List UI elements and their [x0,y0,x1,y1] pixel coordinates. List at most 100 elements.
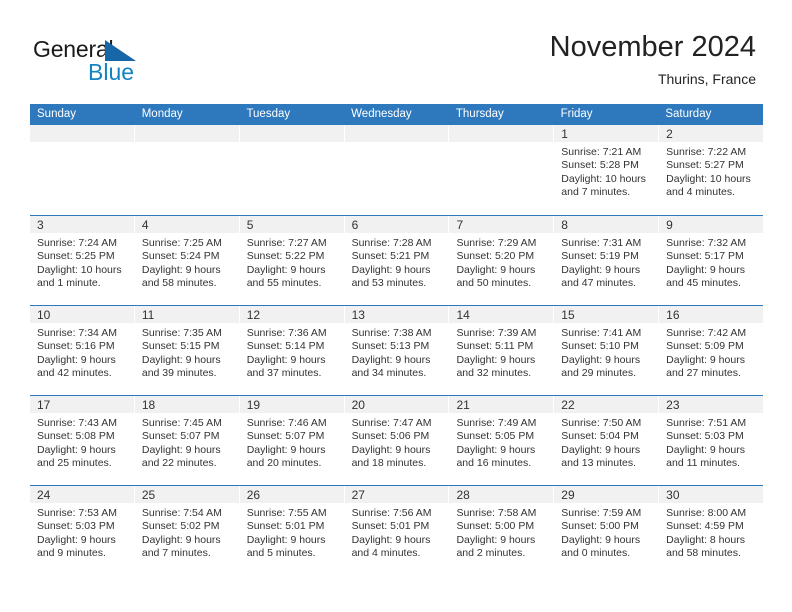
daylight-text: Daylight: 9 hours and 5 minutes. [246,533,326,559]
calendar-week-row: 3 Sunrise: 7:24 AM Sunset: 5:25 PM Daylight… [30,215,764,305]
title-block: November 2024 Thurins, France [550,30,756,87]
daylight-text: Daylight: 9 hours and 47 minutes. [561,263,641,289]
calendar-day-cell[interactable]: 16 Sunrise: 7:42 AM Sunset: 5:09 PM Dayligh… [658,306,764,395]
calendar-day-cell[interactable]: 22 Sunrise: 7:50 AM Sunset: 5:04 PM Dayligh… [553,396,659,485]
weekday-header-saturday: Saturday [665,108,712,120]
calendar-day-cell[interactable]: 28 Sunrise: 7:58 AM Sunset: 5:00 PM Dayligh… [448,486,554,575]
day-sun-info: Sunrise: 7:50 AM Sunset: 5:04 PM Daylight:… [554,413,658,470]
day-sun-info: Sunrise: 7:35 AM Sunset: 5:15 PM Daylight:… [135,323,239,380]
sunset-text: Sunset: 4:59 PM [666,520,744,533]
sunset-text: Sunset: 5:17 PM [666,250,744,263]
day-sun-info: Sunrise: 7:39 AM Sunset: 5:11 PM Daylight:… [449,323,553,380]
calendar-day-cell[interactable]: 4 Sunrise: 7:25 AM Sunset: 5:24 PM Daylight… [133,216,239,305]
day-number-band [134,125,239,142]
calendar-day-cell[interactable]: 5 Sunrise: 7:27 AM Sunset: 5:22 PM Daylight… [238,216,344,305]
calendar-page: General Blue November 2024 Thurins, Fran… [0,0,792,612]
calendar-day-cell[interactable]: 9 Sunrise: 7:32 AM Sunset: 5:17 PM Daylight… [658,216,764,305]
daylight-text: Daylight: 9 hours and 0 minutes. [561,533,641,559]
calendar-day-cell[interactable]: 10 Sunrise: 7:34 AM Sunset: 5:16 PM Dayligh… [30,306,134,395]
daylight-text: Daylight: 9 hours and 34 minutes. [351,353,431,379]
calendar-day-cell[interactable]: 7 Sunrise: 7:29 AM Sunset: 5:20 PM Daylight… [448,216,554,305]
day-number-band: 12 [239,306,344,323]
sunrise-text: Sunrise: 7:36 AM [246,327,327,339]
daylight-text: Daylight: 9 hours and 58 minutes. [141,263,221,289]
sunset-text: Sunset: 5:10 PM [561,340,639,353]
calendar-day-cell[interactable]: 6 Sunrise: 7:28 AM Sunset: 5:21 PM Daylight… [343,216,449,305]
sunset-text: Sunset: 5:06 PM [351,430,430,443]
day-sun-info: Sunrise: 7:38 AM Sunset: 5:13 PM Daylight:… [345,323,449,380]
day-number-band: 1 [554,125,659,142]
calendar-day-cell-empty [448,125,554,215]
calendar-day-cell[interactable]: 14 Sunrise: 7:39 AM Sunset: 5:11 PM Dayligh… [448,306,554,395]
calendar-day-cell[interactable]: 30 Sunrise: 8:00 AM Sunset: 4:59 PM Dayligh… [658,486,764,575]
calendar-day-cell[interactable]: 17 Sunrise: 7:43 AM Sunset: 5:08 PM Dayligh… [30,396,134,485]
sunset-text: Sunset: 5:20 PM [456,250,535,263]
daylight-text: Daylight: 9 hours and 25 minutes. [37,443,116,469]
calendar-day-cell[interactable]: 18 Sunrise: 7:45 AM Sunset: 5:07 PM Dayligh… [133,396,239,485]
sunset-text: Sunset: 5:05 PM [456,430,535,443]
calendar-day-cell[interactable]: 15 Sunrise: 7:41 AM Sunset: 5:10 PM Dayligh… [553,306,659,395]
sunrise-text: Sunrise: 7:24 AM [37,237,117,249]
day-number-band: 25 [134,486,239,503]
brand-logo[interactable]: General Blue [33,36,233,92]
day-number-band: 29 [554,486,659,503]
day-number: 15 [561,308,575,322]
sunrise-text: Sunrise: 8:00 AM [666,507,747,519]
day-sun-info: Sunrise: 7:47 AM Sunset: 5:06 PM Daylight:… [345,413,449,470]
calendar-day-cell[interactable]: 13 Sunrise: 7:38 AM Sunset: 5:13 PM Dayligh… [343,306,449,395]
calendar-weeks: 1 Sunrise: 7:21 AM Sunset: 5:28 PM Daylight… [30,125,764,575]
sunrise-text: Sunrise: 7:28 AM [351,237,432,249]
day-number: 24 [37,488,51,502]
brand-name-blue: Blue [88,59,135,85]
day-sun-info: Sunrise: 7:34 AM Sunset: 5:16 PM Daylight:… [30,323,134,380]
daylight-text: Daylight: 10 hours and 1 minute. [37,263,122,289]
daylight-text: Daylight: 9 hours and 2 minutes. [456,533,536,559]
day-number: 17 [37,398,51,412]
calendar-day-cell[interactable]: 27 Sunrise: 7:56 AM Sunset: 5:01 PM Dayligh… [343,486,449,575]
day-number: 26 [246,488,261,502]
calendar-day-cell[interactable]: 3 Sunrise: 7:24 AM Sunset: 5:25 PM Daylight… [30,216,134,305]
day-number-band: 23 [659,396,764,413]
day-number-band: 26 [239,486,344,503]
day-number: 8 [561,218,568,232]
calendar-week-row: 17 Sunrise: 7:43 AM Sunset: 5:08 PM Dayligh… [30,395,764,485]
day-sun-info: Sunrise: 7:53 AM Sunset: 5:03 PM Daylight:… [30,503,134,560]
day-sun-info: Sunrise: 7:31 AM Sunset: 5:19 PM Daylight:… [554,233,658,290]
day-number: 20 [351,398,365,412]
sunset-text: Sunset: 5:08 PM [37,430,115,443]
calendar-day-cell[interactable]: 26 Sunrise: 7:55 AM Sunset: 5:01 PM Dayligh… [238,486,344,575]
calendar-day-cell[interactable]: 23 Sunrise: 7:51 AM Sunset: 5:03 PM Dayligh… [658,396,764,485]
calendar-day-cell[interactable]: 12 Sunrise: 7:36 AM Sunset: 5:14 PM Dayligh… [238,306,344,395]
calendar-day-cell[interactable]: 11 Sunrise: 7:35 AM Sunset: 5:15 PM Dayligh… [133,306,239,395]
calendar-day-cell[interactable]: 21 Sunrise: 7:49 AM Sunset: 5:05 PM Dayligh… [448,396,554,485]
day-sun-info: Sunrise: 8:00 AM Sunset: 4:59 PM Daylight:… [659,503,763,560]
day-sun-info: Sunrise: 7:59 AM Sunset: 5:00 PM Daylight:… [554,503,658,560]
calendar-day-cell[interactable]: 19 Sunrise: 7:46 AM Sunset: 5:07 PM Dayligh… [238,396,344,485]
calendar-day-cell[interactable]: 2 Sunrise: 7:22 AM Sunset: 5:27 PM Daylight… [658,125,764,215]
sunrise-text: Sunrise: 7:42 AM [666,327,747,339]
sunrise-text: Sunrise: 7:56 AM [351,507,432,519]
day-number: 7 [456,218,464,232]
calendar-day-cell[interactable]: 1 Sunrise: 7:21 AM Sunset: 5:28 PM Daylight… [553,125,659,215]
day-sun-info: Sunrise: 7:36 AM Sunset: 5:14 PM Daylight:… [240,323,344,380]
calendar-day-cell-empty [133,125,239,215]
sunrise-text: Sunrise: 7:58 AM [456,507,537,519]
sunrise-text: Sunrise: 7:34 AM [37,327,117,339]
sunrise-text: Sunrise: 7:21 AM [561,146,642,158]
sunrise-text: Sunrise: 7:51 AM [666,417,747,429]
calendar-day-cell[interactable]: 20 Sunrise: 7:47 AM Sunset: 5:06 PM Dayligh… [343,396,449,485]
page-header: General Blue November 2024 Thurins, Fran… [0,0,792,104]
weekday-header-thursday: Thursday [455,108,504,120]
daylight-text: Daylight: 9 hours and 16 minutes. [456,443,536,469]
sunset-text: Sunset: 5:07 PM [141,430,220,443]
calendar-day-cell[interactable]: 25 Sunrise: 7:54 AM Sunset: 5:02 PM Dayligh… [133,486,239,575]
day-number: 29 [561,488,575,502]
calendar-day-cell[interactable]: 24 Sunrise: 7:53 AM Sunset: 5:03 PM Dayligh… [30,486,134,575]
sunrise-text: Sunrise: 7:22 AM [666,146,747,158]
sunset-text: Sunset: 5:27 PM [666,159,744,172]
calendar-day-cell[interactable]: 29 Sunrise: 7:59 AM Sunset: 5:00 PM Dayligh… [553,486,659,575]
calendar-day-cell[interactable]: 8 Sunrise: 7:31 AM Sunset: 5:19 PM Daylight… [553,216,659,305]
weekday-header-monday: Monday [141,108,183,120]
daylight-text: Daylight: 9 hours and 32 minutes. [456,353,536,379]
sunset-text: Sunset: 5:04 PM [561,430,639,443]
